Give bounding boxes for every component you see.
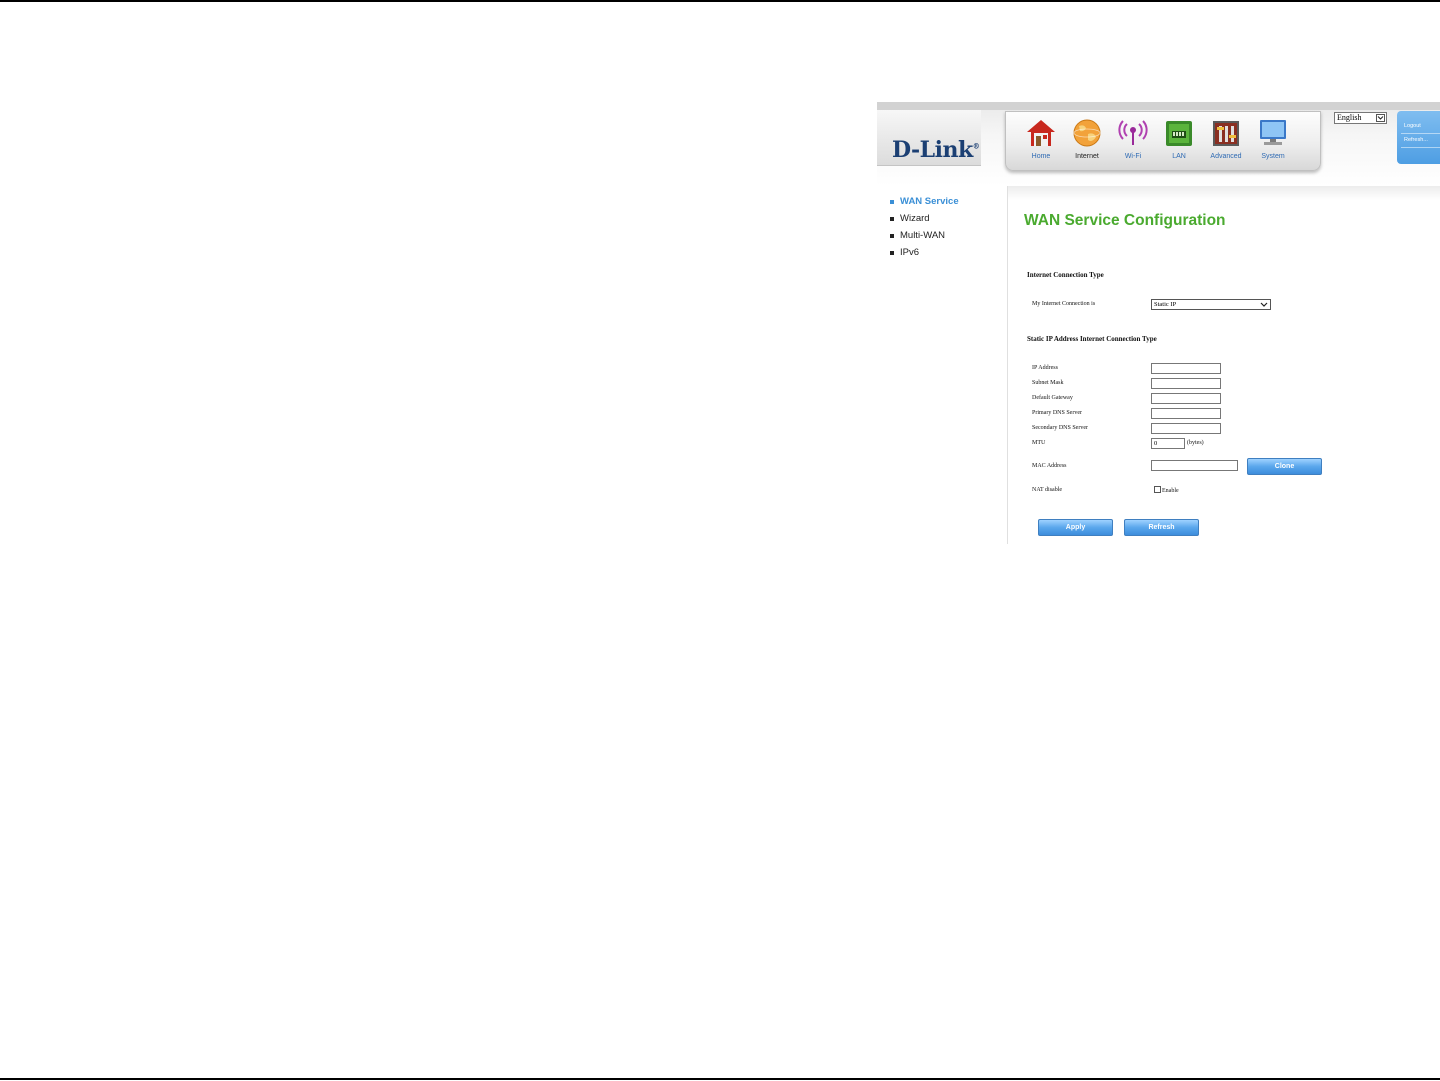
refresh-link[interactable]: Refresh... xyxy=(1404,137,1428,143)
mtu-unit: (bytes) xyxy=(1187,440,1204,446)
monitor-icon xyxy=(1257,118,1289,148)
logo-text: D-Link xyxy=(892,137,973,163)
advanced-icon xyxy=(1210,118,1242,148)
wifi-icon xyxy=(1117,118,1149,148)
ip-address-label: IP Address xyxy=(1032,365,1058,371)
nat-disable-label: NAT disable xyxy=(1032,487,1063,493)
nat-enable-checkbox[interactable] xyxy=(1154,486,1161,493)
nav-label: System xyxy=(1261,153,1285,160)
side-divider xyxy=(1401,147,1440,148)
top-nav: Home Internet Wi-Fi LAN Advanced System xyxy=(1005,111,1321,171)
default-gateway-label: Default Gateway xyxy=(1032,395,1073,401)
nav-system[interactable]: System xyxy=(1250,118,1296,164)
sidebar-item-wan-service[interactable]: WAN Service xyxy=(890,196,959,213)
apply-button[interactable]: Apply xyxy=(1038,519,1113,536)
logo-area: D-Link® xyxy=(877,110,981,166)
nav-home[interactable]: Home xyxy=(1018,118,1064,164)
top-rule xyxy=(0,0,1440,2)
nav-label: Advanced xyxy=(1210,153,1242,160)
nat-enable-label: Enable xyxy=(1162,488,1179,494)
account-panel: Logout Refresh... xyxy=(1397,111,1440,164)
router-window: D-Link® Home Internet Wi-Fi LAN Advanced… xyxy=(877,102,1440,544)
logout-link[interactable]: Logout xyxy=(1404,123,1421,129)
globe-icon xyxy=(1071,118,1103,148)
primary-dns-label: Primary DNS Server xyxy=(1032,410,1082,416)
nav-lan[interactable]: LAN xyxy=(1156,118,1202,164)
default-gateway-input[interactable] xyxy=(1151,393,1221,404)
sidebar-item-ipv6[interactable]: IPv6 xyxy=(890,247,959,264)
chevron-down-icon xyxy=(1260,302,1268,307)
section-heading-static-ip: Static IP Address Internet Connection Ty… xyxy=(1027,335,1157,343)
primary-dns-input[interactable] xyxy=(1151,408,1221,419)
language-select[interactable]: English xyxy=(1334,112,1387,124)
side-divider xyxy=(1401,133,1440,134)
bullet-icon xyxy=(890,251,894,255)
clone-button[interactable]: Clone xyxy=(1247,458,1322,475)
nav-advanced[interactable]: Advanced xyxy=(1203,118,1249,164)
subnet-mask-label: Subnet Mask xyxy=(1032,380,1064,386)
language-value: English xyxy=(1337,113,1362,122)
bullet-icon xyxy=(890,217,894,221)
nav-label: Internet xyxy=(1075,153,1099,160)
sidebar-item-label: WAN Service xyxy=(900,196,959,207)
sidebar-item-multi-wan[interactable]: Multi-WAN xyxy=(890,230,959,247)
home-icon xyxy=(1025,118,1057,148)
sidebar-item-wizard[interactable]: Wizard xyxy=(890,213,959,230)
mac-address-input[interactable] xyxy=(1151,460,1238,471)
connection-type-select[interactable]: Static IP xyxy=(1151,299,1271,310)
nav-internet[interactable]: Internet xyxy=(1064,118,1110,164)
connection-type-label: My Internet Connection is xyxy=(1032,301,1096,307)
header-top-bar xyxy=(877,102,1440,110)
nav-label: LAN xyxy=(1172,153,1186,160)
main-content: WAN Service Configuration Internet Conne… xyxy=(1007,186,1440,544)
nav-wifi[interactable]: Wi-Fi xyxy=(1110,118,1156,164)
sidebar-item-label: Wizard xyxy=(900,213,930,224)
bullet-icon xyxy=(890,200,894,204)
section-heading-connection-type: Internet Connection Type xyxy=(1027,271,1104,279)
connection-type-value: Static IP xyxy=(1154,301,1177,308)
bottom-rule xyxy=(0,1078,1440,1080)
dlink-logo[interactable]: D-Link® xyxy=(892,137,980,163)
subnet-mask-input[interactable] xyxy=(1151,378,1221,389)
nav-label: Wi-Fi xyxy=(1124,153,1142,160)
refresh-button[interactable]: Refresh xyxy=(1124,519,1199,536)
sidebar-item-label: IPv6 xyxy=(900,247,920,258)
chevron-down-icon xyxy=(1376,114,1385,122)
nav-label: Home xyxy=(1031,153,1051,160)
secondary-dns-label: Secondary DNS Server xyxy=(1032,425,1088,431)
mtu-label: MTU xyxy=(1032,440,1046,446)
ip-address-input[interactable] xyxy=(1151,363,1221,374)
mtu-input[interactable]: 0 xyxy=(1151,438,1185,449)
bullet-icon xyxy=(890,234,894,238)
sidebar-item-label: Multi-WAN xyxy=(900,230,946,241)
mac-address-label: MAC Address xyxy=(1032,463,1067,469)
lan-icon xyxy=(1163,118,1195,148)
page-title: WAN Service Configuration xyxy=(1024,212,1226,229)
secondary-dns-input[interactable] xyxy=(1151,423,1221,434)
sidebar-menu: WAN Service Wizard Multi-WAN IPv6 xyxy=(890,196,959,264)
